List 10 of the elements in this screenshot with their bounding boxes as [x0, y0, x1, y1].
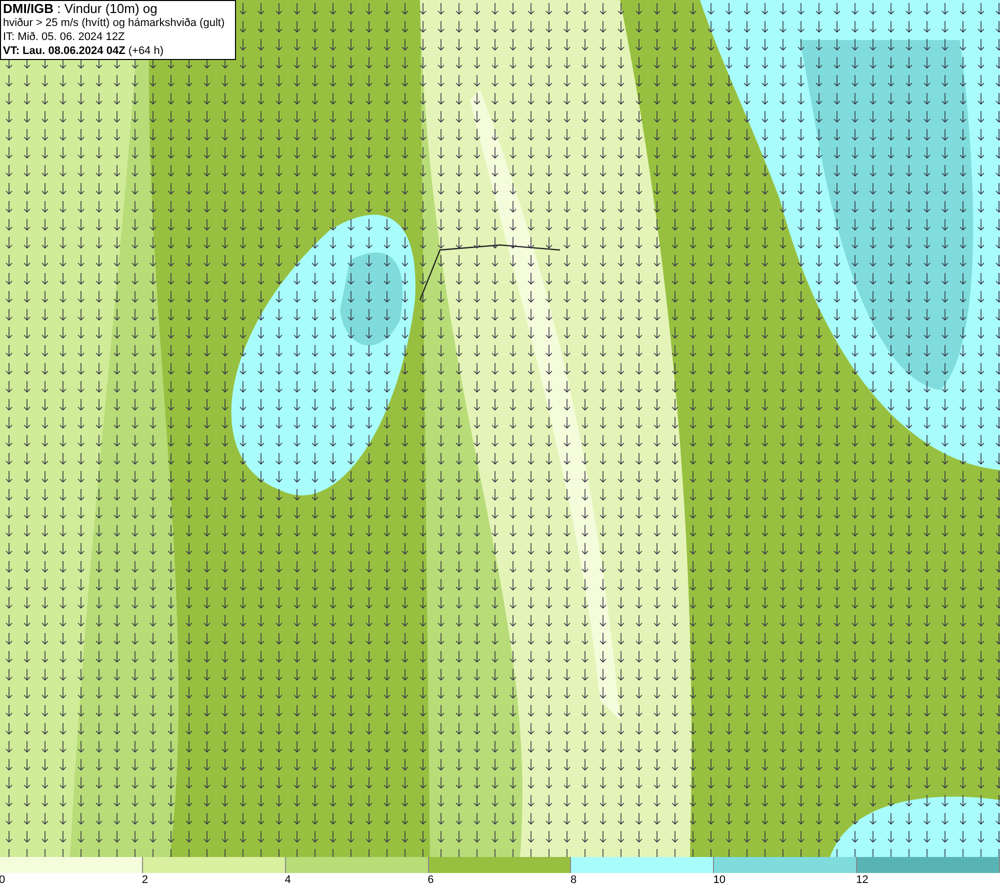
legend-label: 10: [713, 873, 726, 887]
legend-label: 6: [428, 873, 434, 887]
legend-label: 8: [570, 873, 577, 887]
legend-label: 12: [856, 873, 868, 887]
legend-label: 4: [284, 873, 291, 887]
header-line: VT: Lau. 08.06.2024 04Z (+64 h): [3, 44, 165, 58]
header-line: hviður > 25 m/s (hvítt) og hámarkshviða (gult): [3, 16, 226, 30]
header-line: IT: Mið. 05. 06. 2024 12Z: [3, 30, 126, 44]
header-line: DMI/IGB : Vindur (10m) og: [3, 2, 158, 16]
legend-label: 2: [142, 873, 148, 887]
